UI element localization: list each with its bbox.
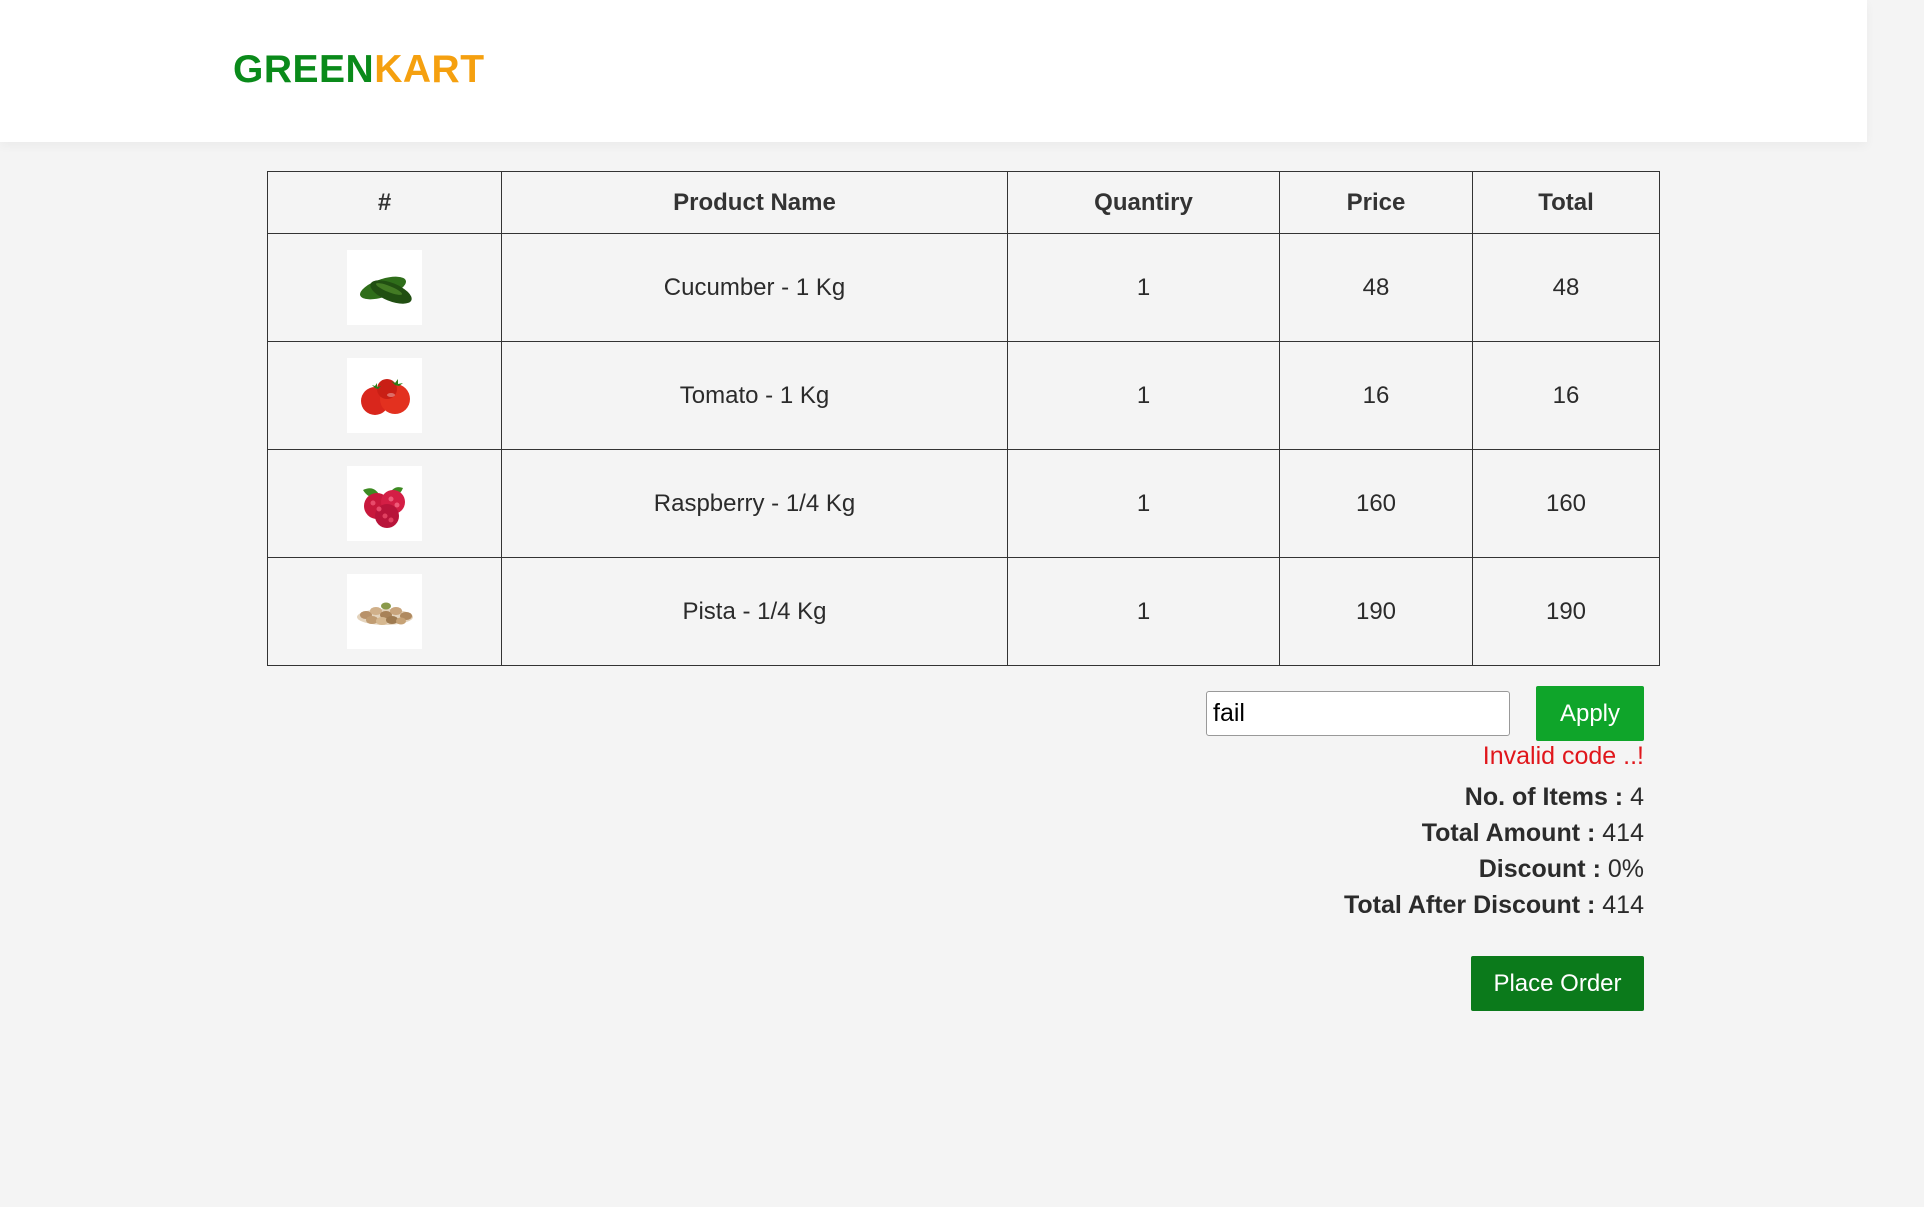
table-header-row: # Product Name Quantiry Price Total: [267, 171, 1660, 234]
logo-kart-text: KART: [374, 48, 485, 91]
order-summary: No. of Items : 4 Total Amount : 414 Disc…: [1344, 779, 1644, 923]
product-price: 48: [1279, 233, 1473, 342]
logo-green-text: GREEN: [233, 48, 375, 91]
column-header-total: Total: [1472, 171, 1660, 234]
product-total: 190: [1472, 557, 1660, 666]
product-price: 190: [1279, 557, 1473, 666]
summary-discount-row: Discount : 0%: [1344, 851, 1644, 887]
items-count: 4: [1630, 783, 1644, 811]
column-header-product-name: Product Name: [501, 171, 1008, 234]
product-name: Pista - 1/4 Kg: [501, 557, 1008, 666]
place-order-button[interactable]: Place Order: [1471, 956, 1644, 1011]
product-image-cell: [267, 557, 502, 666]
promo-code-input[interactable]: [1206, 691, 1510, 736]
product-price: 16: [1279, 341, 1473, 450]
product-image-cell: [267, 449, 502, 558]
discount-value: 0%: [1607, 855, 1644, 883]
product-name: Tomato - 1 Kg: [501, 341, 1008, 450]
product-name: Cucumber - 1 Kg: [501, 233, 1008, 342]
table-row: Pista - 1/4 Kg 1 190 190: [267, 557, 1660, 666]
raspberry-image: [347, 466, 422, 541]
table-row: Cucumber - 1 Kg 1 48 48: [267, 233, 1660, 342]
table-row: Raspberry - 1/4 Kg 1 160 160: [267, 449, 1660, 558]
apply-promo-button[interactable]: Apply: [1536, 686, 1644, 741]
column-header-quantity: Quantiry: [1007, 171, 1280, 234]
cart-table: # Product Name Quantiry Price Total Cucu…: [267, 171, 1660, 666]
tomato-image: [347, 358, 422, 433]
table-row: Tomato - 1 Kg 1 16 16: [267, 341, 1660, 450]
product-name: Raspberry - 1/4 Kg: [501, 449, 1008, 558]
summary-amount-row: Total Amount : 414: [1344, 815, 1644, 851]
top-header: GREENKART: [0, 0, 1867, 142]
product-price: 160: [1279, 449, 1473, 558]
items-label: No. of Items :: [1464, 783, 1624, 811]
pista-image: [347, 574, 422, 649]
promo-error-message: Invalid code ..!: [1482, 742, 1644, 770]
product-image-cell: [267, 233, 502, 342]
summary-after-discount-row: Total After Discount : 414: [1344, 887, 1644, 923]
product-quantity: 1: [1007, 449, 1280, 558]
product-quantity: 1: [1007, 233, 1280, 342]
product-quantity: 1: [1007, 557, 1280, 666]
column-header-image: #: [267, 171, 502, 234]
total-after-discount-label: Total After Discount :: [1343, 891, 1596, 919]
greenkart-logo[interactable]: GREENKART: [233, 48, 485, 92]
product-image-cell: [267, 341, 502, 450]
product-total: 16: [1472, 341, 1660, 450]
product-total: 160: [1472, 449, 1660, 558]
summary-items-row: No. of Items : 4: [1344, 779, 1644, 815]
column-header-price: Price: [1279, 171, 1473, 234]
product-total: 48: [1472, 233, 1660, 342]
product-quantity: 1: [1007, 341, 1280, 450]
cucumber-image: [347, 250, 422, 325]
total-amount-label: Total Amount :: [1421, 819, 1596, 847]
total-amount-value: 414: [1602, 819, 1644, 847]
discount-label: Discount :: [1478, 855, 1601, 883]
total-after-discount-value: 414: [1602, 891, 1644, 919]
